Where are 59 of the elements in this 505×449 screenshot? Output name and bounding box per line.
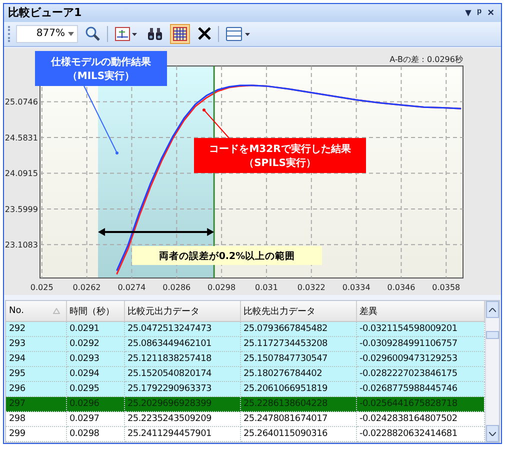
sort-icon — [52, 308, 60, 314]
callout-text: 仕様モデルの動作結果 — [51, 57, 151, 68]
x-tick-label: 0.0334 — [342, 283, 370, 292]
callout-arrow — [84, 86, 118, 154]
difference-label: A-Bの差：0.0296秒 — [390, 55, 463, 64]
table-row[interactable]: 296 0.0295 25.1792290963373 25.2061066951819 -0.0268775988445746 — [6, 382, 484, 396]
x-tick-label: 0.025 — [30, 283, 54, 292]
table-row[interactable]: 293 0.0292 25.0863449462101 25.1172734453208 -0.0309284991106757 — [6, 336, 484, 352]
x-tick-label: 0.0298 — [208, 283, 236, 292]
table-cell: -0.0228820632414681 — [356, 426, 484, 442]
x-tick-label: 0.0262 — [72, 283, 101, 292]
pin-button[interactable]: ᵖ — [474, 6, 485, 19]
table-cell: 25.2411294457901 — [124, 426, 240, 442]
column-header[interactable]: 比較先出力データ — [240, 301, 356, 322]
x-tick-label: 0.0274 — [118, 283, 146, 292]
y-tick-label: 25.0746 — [4, 98, 38, 107]
caret-icon — [68, 32, 74, 36]
column-header[interactable]: No. — [6, 301, 66, 322]
binoculars-icon — [147, 26, 163, 41]
search-icon — [85, 26, 100, 42]
column-header[interactable]: 時間（秒） — [66, 301, 124, 322]
y-tick-label: 24.0915 — [4, 169, 38, 178]
table-cell: 0.0298 — [66, 426, 124, 442]
table-row[interactable]: 295 0.0294 25.1520540820174 25.180276784402 -0.0282227023846175 — [6, 366, 484, 382]
window-icon — [226, 26, 250, 41]
table-cell: 299 — [6, 426, 66, 442]
y-tick-label: 24.5831 — [4, 133, 38, 142]
x-tick-label: 0.0286 — [162, 283, 191, 292]
y-tick-label: 23.1083 — [4, 240, 38, 250]
x-tick-label: 0.0322 — [297, 283, 326, 292]
callout-text: （SPILS実行） — [244, 158, 316, 169]
column-header[interactable]: 比較元出力データ — [124, 301, 240, 322]
dropdown-button[interactable]: ▾ — [462, 6, 474, 20]
callout-arrow — [202, 108, 230, 138]
table-row[interactable]: 299 0.0298 25.2411294457901 25.2640115090316 -0.0228820632414681 — [6, 426, 484, 442]
window-title: 比較ビューア1 — [8, 5, 83, 20]
range-label: 両者の誤差が0.2%以上の範囲 — [158, 251, 296, 262]
zoom-combo[interactable]: 877% — [16, 24, 78, 43]
callout-text: （MILS実行） — [67, 71, 135, 82]
scroll-down-button[interactable] — [486, 425, 499, 442]
grid-icon — [173, 26, 187, 41]
callout-text: コードをM32Rで実行した結果 — [209, 144, 351, 155]
scroll-thumb[interactable] — [486, 331, 499, 339]
chart-icon — [115, 26, 137, 41]
x-icon — [198, 27, 210, 40]
zoom-value: 877% — [36, 28, 65, 40]
close-button[interactable]: × — [484, 6, 497, 19]
scrollbar[interactable] — [484, 301, 499, 442]
table-row[interactable]: 292 0.0291 25.0472513247473 25.0793667845482 -0.0321154598009201 — [6, 322, 484, 336]
column-header[interactable]: 差異 — [356, 301, 484, 322]
scroll-up-button[interactable] — [486, 301, 499, 318]
y-tick-label: 23.5999 — [4, 204, 38, 214]
x-tick-label: 0.0358 — [432, 283, 460, 292]
table-cell: 25.2640115090316 — [240, 426, 356, 442]
table-row[interactable]: 298 0.0297 25.2235243509209 25.2478081674017 -0.0242838164807502 — [6, 412, 484, 426]
table-row[interactable]: 294 0.0293 25.1211838257418 25.1507847730547 -0.0296009473129253 — [6, 352, 484, 366]
x-tick-label: 0.0346 — [387, 283, 416, 292]
x-tick-label: 0.031 — [255, 283, 278, 292]
grid-toggle[interactable] — [170, 24, 190, 44]
